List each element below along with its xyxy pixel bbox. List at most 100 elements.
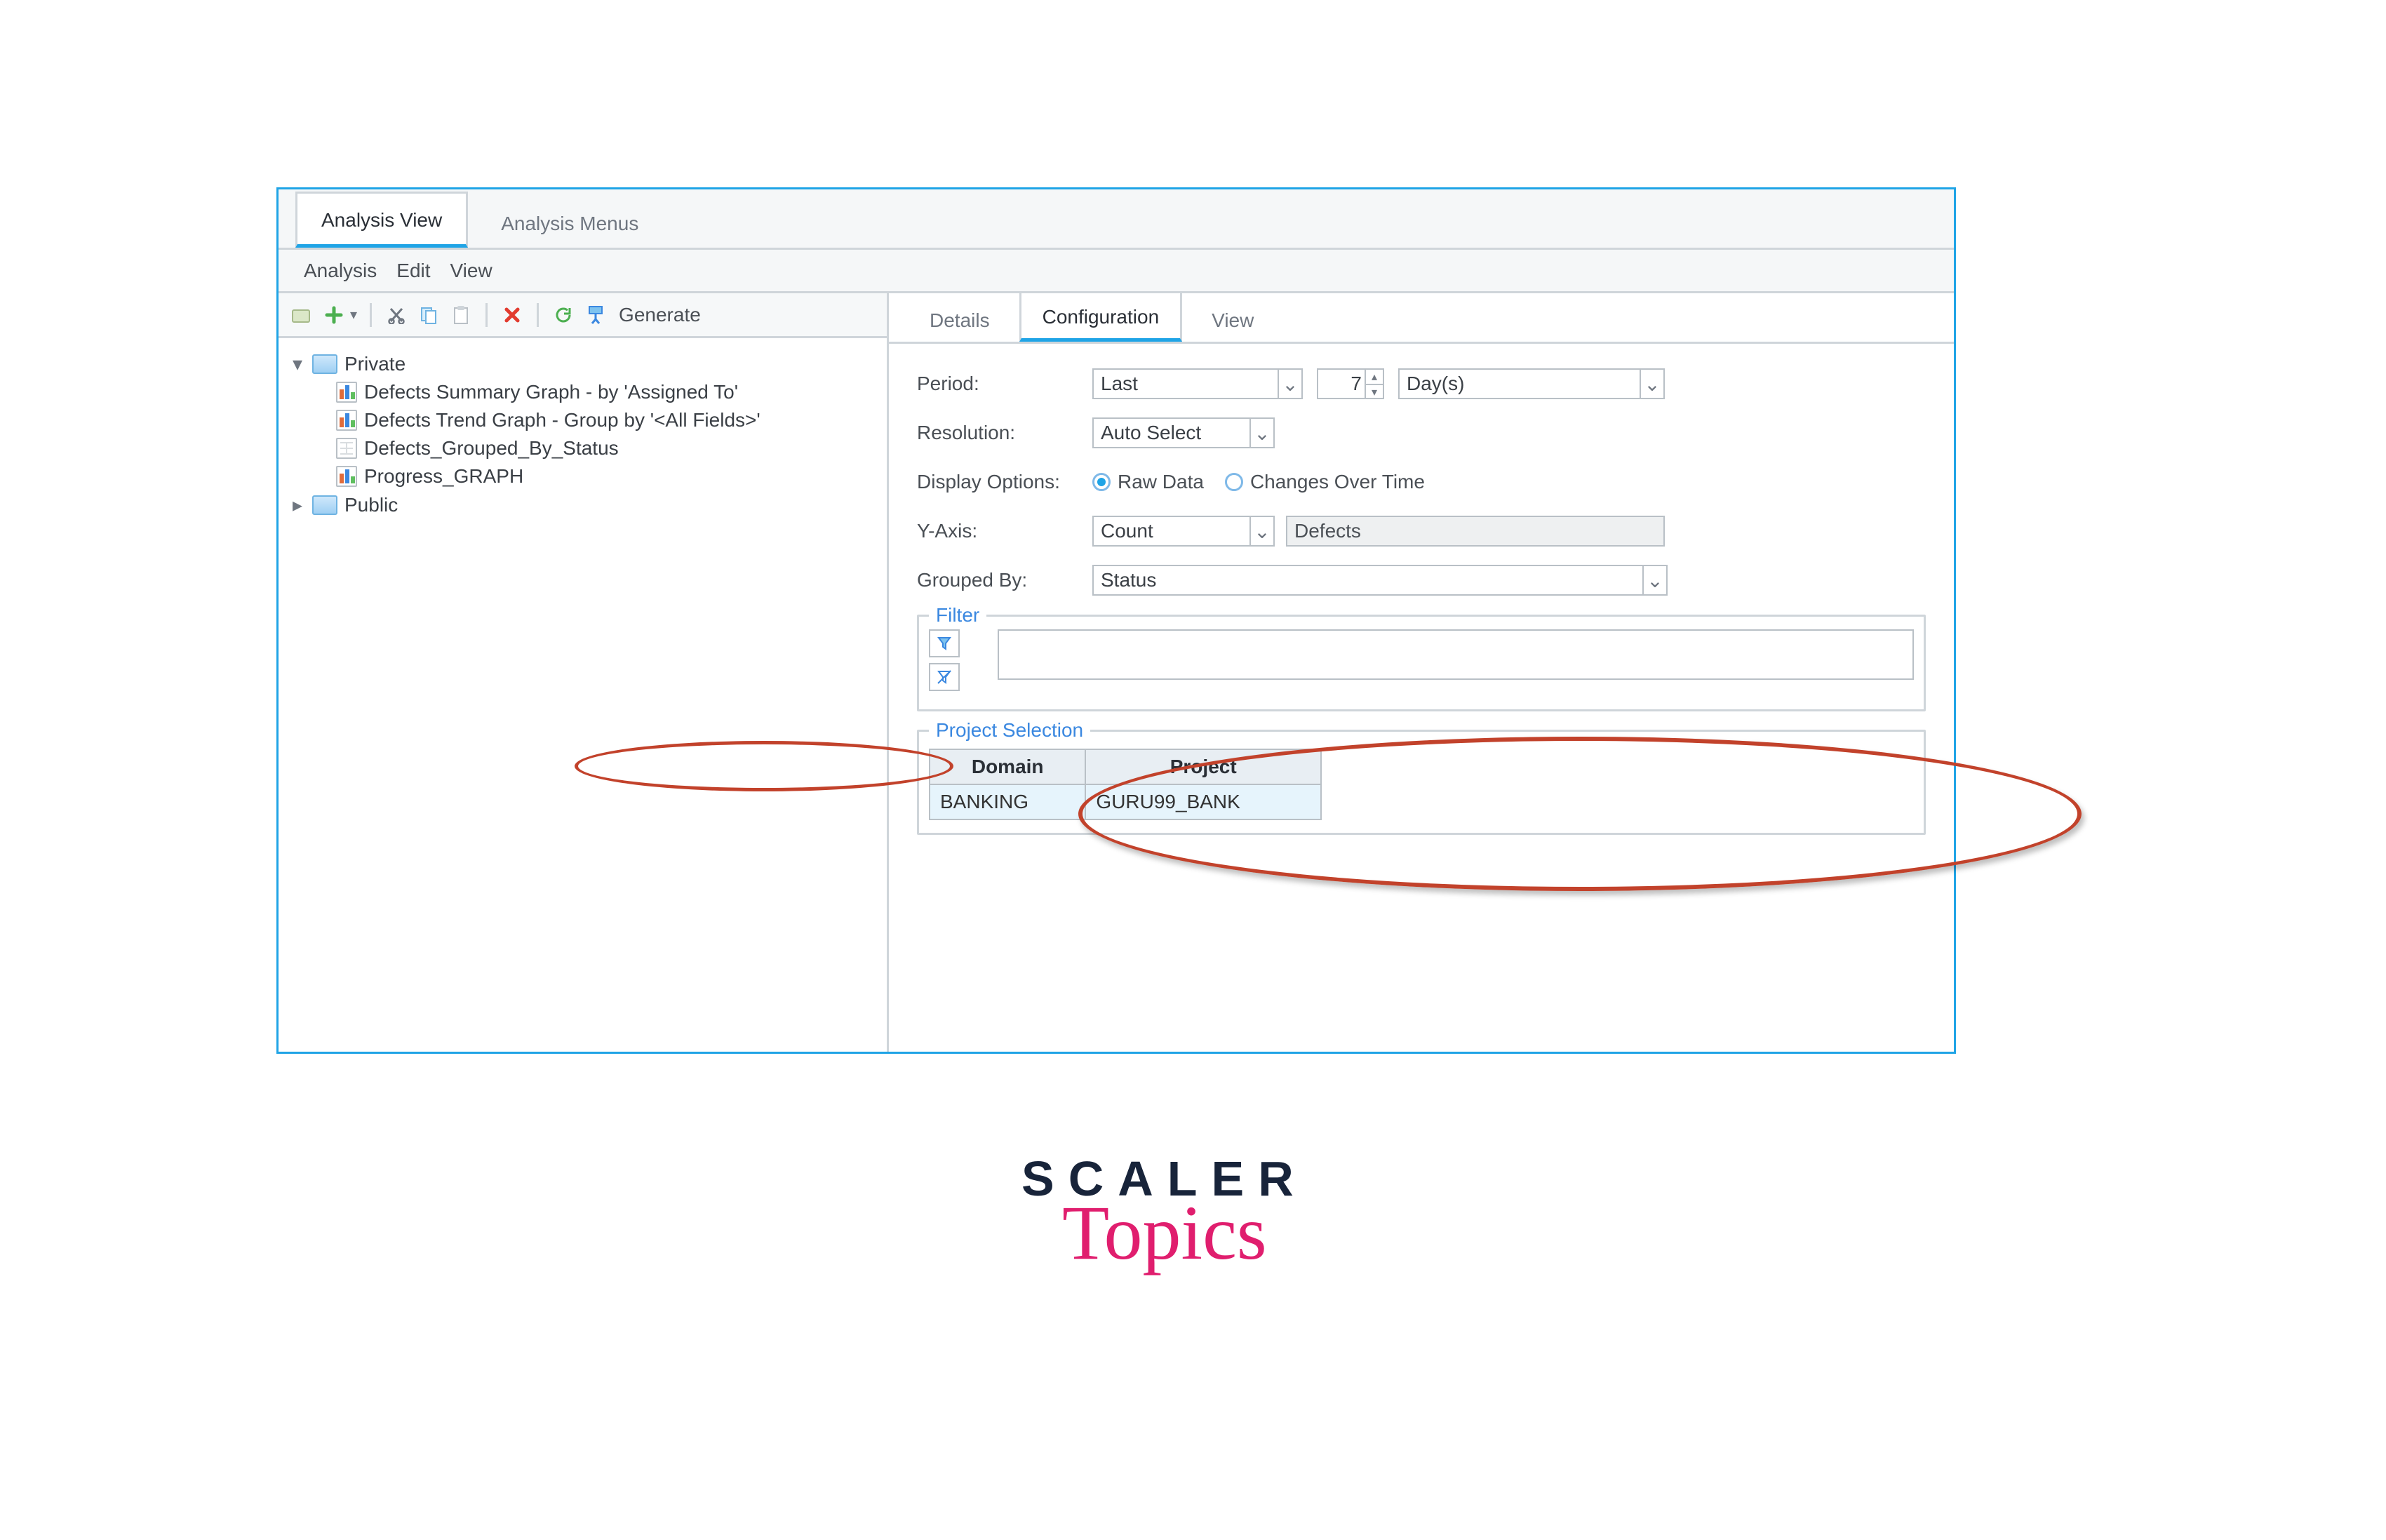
radio-label-raw: Raw Data	[1118, 471, 1204, 493]
yaxis-of-field: Defects	[1286, 516, 1665, 547]
spin-down-icon[interactable]: ▾	[1366, 385, 1383, 399]
paste-icon[interactable]	[449, 303, 473, 327]
subtab-label: View	[1212, 309, 1254, 331]
radio-raw-data[interactable]	[1092, 473, 1111, 491]
chevron-down-icon: ⌄	[1640, 370, 1663, 398]
brand-line2: Topics	[1021, 1189, 1308, 1278]
legend-project-selection: Project Selection	[929, 719, 1090, 742]
subtab-label: Configuration	[1043, 306, 1160, 328]
fieldset-filter: Filter	[917, 615, 1926, 711]
tab-label: Analysis View	[321, 209, 442, 231]
toolbar-separator	[370, 303, 372, 327]
top-tab-bar: Analysis View Analysis Menus	[279, 189, 1954, 250]
generate-icon[interactable]	[584, 303, 608, 327]
menu-analysis[interactable]: Analysis	[304, 260, 377, 282]
col-project: Project	[1085, 749, 1321, 784]
select-period-unit[interactable]: Day(s) ⌄	[1398, 368, 1665, 399]
subtab-label: Details	[930, 309, 990, 331]
tree-node-public[interactable]: ▸ Public	[287, 490, 878, 519]
bar-chart-icon	[336, 466, 357, 487]
left-pane: ▾	[279, 293, 889, 1052]
left-toolbar: ▾	[279, 293, 887, 338]
subtab-details[interactable]: Details	[909, 297, 1011, 342]
cell-project: GURU99_BANK	[1085, 784, 1321, 819]
spinner-period-count[interactable]: 7 ▴▾	[1317, 368, 1384, 399]
report-icon	[336, 438, 357, 459]
tree-node-private[interactable]: ▾ Private	[287, 349, 878, 378]
select-value: Status	[1101, 569, 1156, 591]
toolbar-separator	[537, 303, 539, 327]
expand-icon[interactable]: ▸	[290, 493, 305, 516]
tree-label: Private	[344, 353, 406, 375]
readonly-value: Defects	[1294, 520, 1361, 542]
refresh-icon[interactable]	[551, 303, 575, 327]
filter-clear-button[interactable]	[929, 663, 960, 691]
menu-edit[interactable]: Edit	[396, 260, 430, 282]
bar-chart-icon	[336, 382, 357, 403]
select-value: Auto Select	[1101, 422, 1201, 444]
menu-bar: Analysis Edit View	[279, 250, 1954, 293]
chevron-down-icon: ⌄	[1249, 517, 1273, 545]
select-value: Last	[1101, 373, 1138, 395]
folder-icon	[312, 354, 337, 374]
cut-icon[interactable]	[384, 303, 408, 327]
add-icon[interactable]	[322, 303, 346, 327]
cell-domain: BANKING	[930, 784, 1085, 819]
select-resolution[interactable]: Auto Select ⌄	[1092, 417, 1275, 448]
tree-label: Defects Summary Graph - by 'Assigned To'	[364, 381, 738, 403]
tree-label: Defects Trend Graph - Group by '<All Fie…	[364, 409, 760, 431]
subtab-view[interactable]: View	[1191, 297, 1275, 342]
legend-filter: Filter	[929, 604, 986, 627]
chevron-down-icon: ⌄	[1642, 566, 1666, 594]
chevron-down-icon: ⌄	[1249, 419, 1273, 447]
tab-label: Analysis Menus	[501, 213, 638, 234]
row-period: Period: Last ⌄ 7 ▴▾ Day(s) ⌄	[917, 368, 1926, 400]
tab-analysis-view[interactable]: Analysis View	[295, 192, 468, 248]
bar-chart-icon	[336, 410, 357, 431]
label-display-options: Display Options:	[917, 471, 1092, 493]
row-grouped-by: Grouped By: Status ⌄	[917, 564, 1926, 596]
right-pane: Details Configuration View Period: Last …	[889, 293, 1954, 1052]
row-resolution: Resolution: Auto Select ⌄	[917, 417, 1926, 449]
analysis-tree[interactable]: ▾ Private Defects Summary Graph - by 'As…	[279, 338, 887, 519]
col-domain: Domain	[930, 749, 1085, 784]
select-yaxis[interactable]: Count ⌄	[1092, 516, 1275, 547]
tree-label: Public	[344, 494, 398, 516]
chevron-down-icon: ⌄	[1278, 370, 1301, 398]
fieldset-project-selection: Project Selection Domain Project BANKING…	[917, 730, 1926, 835]
tree-item-progress-graph[interactable]: Progress_GRAPH	[287, 462, 878, 490]
add-dropdown-caret-icon[interactable]: ▾	[350, 306, 357, 323]
select-period-type[interactable]: Last ⌄	[1092, 368, 1303, 399]
radio-changes-over-time[interactable]	[1225, 473, 1243, 491]
tree-label: Progress_GRAPH	[364, 465, 523, 488]
collapse-icon[interactable]: ▾	[290, 352, 305, 375]
filter-text[interactable]	[998, 629, 1914, 680]
tab-analysis-menus[interactable]: Analysis Menus	[475, 195, 664, 248]
tree-item[interactable]: Defects Trend Graph - Group by '<All Fie…	[287, 406, 878, 434]
generate-button[interactable]: Generate	[619, 304, 701, 326]
spinner-value: 7	[1350, 373, 1362, 395]
label-resolution: Resolution:	[917, 422, 1092, 444]
label-period: Period:	[917, 373, 1092, 395]
copy-icon[interactable]	[417, 303, 441, 327]
spin-up-icon[interactable]: ▴	[1366, 370, 1383, 385]
tree-item[interactable]: Defects_Grouped_By_Status	[287, 434, 878, 462]
delete-icon[interactable]	[500, 303, 524, 327]
select-value: Count	[1101, 520, 1153, 542]
row-display-options: Display Options: Raw Data Changes Over T…	[917, 466, 1926, 498]
folder-icon	[312, 495, 337, 515]
toolbar-separator	[485, 303, 488, 327]
row-yaxis: Y-Axis: Count ⌄ Defects	[917, 515, 1926, 547]
label-yaxis: Y-Axis:	[917, 520, 1092, 542]
radio-label-changes: Changes Over Time	[1250, 471, 1425, 493]
select-grouped-by[interactable]: Status ⌄	[1092, 565, 1668, 596]
select-value: Day(s)	[1407, 373, 1464, 395]
label-grouped-by: Grouped By:	[917, 569, 1092, 591]
tree-item[interactable]: Defects Summary Graph - by 'Assigned To'	[287, 378, 878, 406]
new-folder-icon[interactable]	[290, 303, 314, 327]
menu-view[interactable]: View	[450, 260, 492, 282]
subtab-configuration[interactable]: Configuration	[1019, 291, 1183, 342]
table-row[interactable]: BANKING GURU99_BANK	[930, 784, 1321, 819]
project-table: Domain Project BANKING GURU99_BANK	[929, 749, 1322, 820]
filter-set-button[interactable]	[929, 629, 960, 657]
